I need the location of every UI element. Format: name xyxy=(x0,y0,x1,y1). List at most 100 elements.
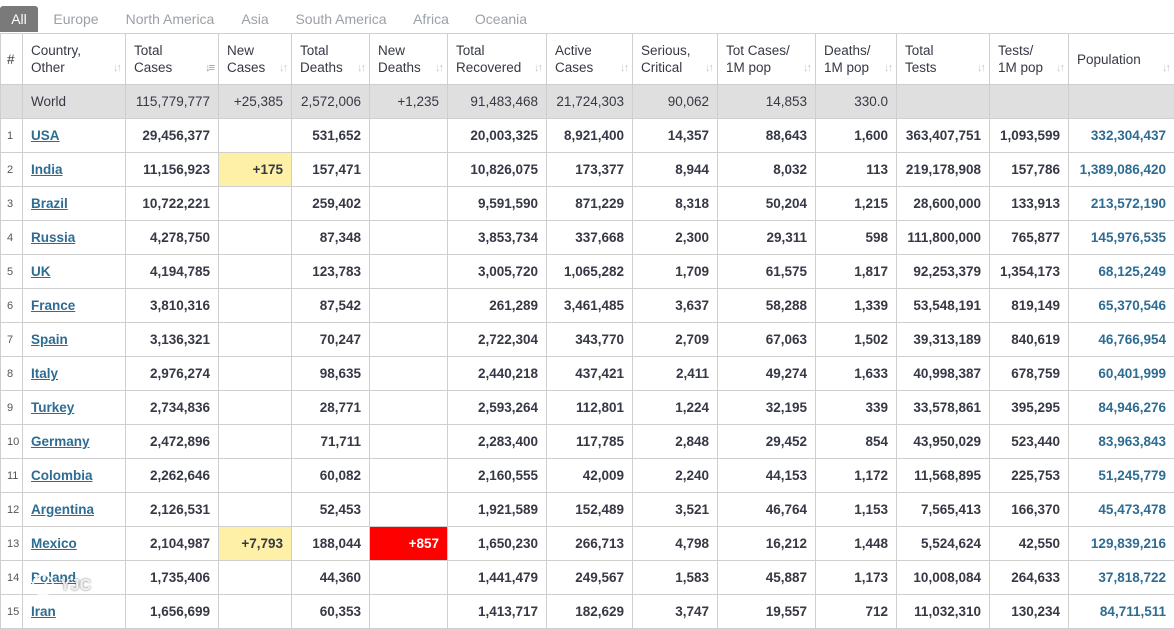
cell-deaths-per-million: 1,817 xyxy=(816,255,897,289)
cell-active-cases: 112,801 xyxy=(547,391,633,425)
tab-all[interactable]: All xyxy=(0,6,38,32)
tab-oceania[interactable]: Oceania xyxy=(468,6,534,32)
country-cell: Turkey xyxy=(23,391,126,425)
cell-active-cases: 1,065,282 xyxy=(547,255,633,289)
cell-active-cases: 3,461,485 xyxy=(547,289,633,323)
cell-active-cases: 337,668 xyxy=(547,221,633,255)
tab-north-america[interactable]: North America xyxy=(118,6,222,32)
country-link[interactable]: Mexico xyxy=(31,536,77,551)
cell-tests-per-million: 157,786 xyxy=(990,153,1069,187)
country-link[interactable]: India xyxy=(31,162,63,177)
cell-active-cases: 437,421 xyxy=(547,357,633,391)
cell-total-tests: 7,565,413 xyxy=(897,493,990,527)
cell-total-deaths: 123,783 xyxy=(292,255,370,289)
row-rank: 6 xyxy=(1,289,23,323)
sort-icon[interactable]: ↓↑ xyxy=(1162,60,1169,77)
table-row: 1USA29,456,377531,65220,003,3258,921,400… xyxy=(1,119,1174,153)
country-link[interactable]: Spain xyxy=(31,332,68,347)
column-header-new-cases[interactable]: NewCases↓↑ xyxy=(219,34,292,85)
country-link[interactable]: Germany xyxy=(31,434,90,449)
column-header-serious-critical[interactable]: Serious,Critical↓↑ xyxy=(633,34,718,85)
country-link[interactable]: Russia xyxy=(31,230,75,245)
country-link[interactable]: Iran xyxy=(31,604,56,619)
tab-south-america[interactable]: South America xyxy=(288,6,394,32)
cell-cases-per-million: 58,288 xyxy=(718,289,816,323)
cell-total-tests: 28,600,000 xyxy=(897,187,990,221)
cell-total-recovered: 20,003,325 xyxy=(448,119,547,153)
country-link[interactable]: UK xyxy=(31,264,51,279)
cell-total-cases: 1,735,406 xyxy=(126,561,219,595)
country-name: World xyxy=(23,85,126,119)
cell-total-tests: 5,524,624 xyxy=(897,527,990,561)
column-header-cases-per-million[interactable]: Tot Cases/1M pop↓↑ xyxy=(718,34,816,85)
cell-tests-per-million: 1,093,599 xyxy=(990,119,1069,153)
sort-icon[interactable]: ↓↑ xyxy=(705,60,712,77)
cell-deaths-per-million: 598 xyxy=(816,221,897,255)
tab-africa[interactable]: Africa xyxy=(406,6,456,32)
cell-new-deaths xyxy=(370,221,448,255)
country-cell: UK xyxy=(23,255,126,289)
sort-icon[interactable]: ↓↑ xyxy=(977,60,984,77)
cell-new-cases xyxy=(219,459,292,493)
sort-icon[interactable]: ↓↑ xyxy=(620,60,627,77)
sort-icon[interactable]: ↓↑ xyxy=(884,60,891,77)
sort-icon[interactable]: ↓↑ xyxy=(279,60,286,77)
column-header-label: Total xyxy=(134,43,163,58)
country-link[interactable]: USA xyxy=(31,128,60,143)
sort-icon[interactable]: ↓↑ xyxy=(113,60,120,77)
country-link[interactable]: Turkey xyxy=(31,400,74,415)
table-row: 12Argentina2,126,53152,4531,921,589152,4… xyxy=(1,493,1174,527)
table-row: 3Brazil10,722,221259,4029,591,590871,229… xyxy=(1,187,1174,221)
country-cell: Spain xyxy=(23,323,126,357)
tab-asia[interactable]: Asia xyxy=(234,6,276,32)
column-header-country[interactable]: Country,Other↓↑ xyxy=(23,34,126,85)
cell-total-cases: 2,976,274 xyxy=(126,357,219,391)
column-header-new-deaths[interactable]: NewDeaths↓↑ xyxy=(370,34,448,85)
row-rank: 10 xyxy=(1,425,23,459)
country-link[interactable]: Colombia xyxy=(31,468,93,483)
cell-tests-per-million: 133,913 xyxy=(990,187,1069,221)
column-header-label: Total xyxy=(905,43,934,58)
cell-population: 46,766,954 xyxy=(1069,323,1174,357)
column-header-label: 1M pop xyxy=(998,60,1043,75)
cell-new-cases xyxy=(219,391,292,425)
cell-deaths-per-million: 1,215 xyxy=(816,187,897,221)
country-link[interactable]: Argentina xyxy=(31,502,94,517)
column-header-tests-per-million[interactable]: Tests/1M pop↓↑ xyxy=(990,34,1069,85)
country-link[interactable]: Brazil xyxy=(31,196,68,211)
sort-icon[interactable]: ↓↑ xyxy=(534,60,541,77)
cell-population: 37,818,722 xyxy=(1069,561,1174,595)
sort-icon[interactable]: ↓≡ xyxy=(205,60,213,77)
column-header-total-deaths[interactable]: TotalDeaths↓↑ xyxy=(292,34,370,85)
cell-new-deaths xyxy=(370,153,448,187)
table-row: 14Poland1,735,40644,3601,441,479249,5671… xyxy=(1,561,1174,595)
sort-icon[interactable]: ↓↑ xyxy=(435,60,442,77)
column-header-total-tests[interactable]: TotalTests↓↑ xyxy=(897,34,990,85)
country-link[interactable]: France xyxy=(31,298,75,313)
cell-active-cases: 343,770 xyxy=(547,323,633,357)
column-header-active-cases[interactable]: ActiveCases↓↑ xyxy=(547,34,633,85)
column-header-label: Cases xyxy=(134,60,172,75)
sort-icon[interactable]: ↓↑ xyxy=(803,60,810,77)
cell-active-cases: 182,629 xyxy=(547,595,633,629)
cell-new-deaths: +1,235 xyxy=(370,85,448,119)
column-header-total-cases[interactable]: Total Cases ↓≡ xyxy=(126,34,219,85)
column-header-deaths-per-million[interactable]: Deaths/1M pop↓↑ xyxy=(816,34,897,85)
country-link[interactable]: Italy xyxy=(31,366,58,381)
cell-new-deaths xyxy=(370,119,448,153)
cell-total-recovered: 1,413,717 xyxy=(448,595,547,629)
tab-europe[interactable]: Europe xyxy=(46,6,106,32)
cell-deaths-per-million: 1,339 xyxy=(816,289,897,323)
sort-icon[interactable]: ↓↑ xyxy=(1056,60,1063,77)
cell-cases-per-million: 19,557 xyxy=(718,595,816,629)
cell-new-cases: +175 xyxy=(219,153,292,187)
sort-icon[interactable]: ↓↑ xyxy=(357,60,364,77)
continent-tabs: All Europe North America Asia South Amer… xyxy=(0,0,1174,33)
column-header-population[interactable]: Population↓↑ xyxy=(1069,34,1174,85)
cell-tests-per-million: 678,759 xyxy=(990,357,1069,391)
column-header-total-recovered[interactable]: TotalRecovered↓↑ xyxy=(448,34,547,85)
column-header-rank[interactable]: # xyxy=(1,34,23,85)
cell-new-deaths xyxy=(370,323,448,357)
column-header-label: Deaths/ xyxy=(824,43,871,58)
table-row: 6France3,810,31687,542261,2893,461,4853,… xyxy=(1,289,1174,323)
